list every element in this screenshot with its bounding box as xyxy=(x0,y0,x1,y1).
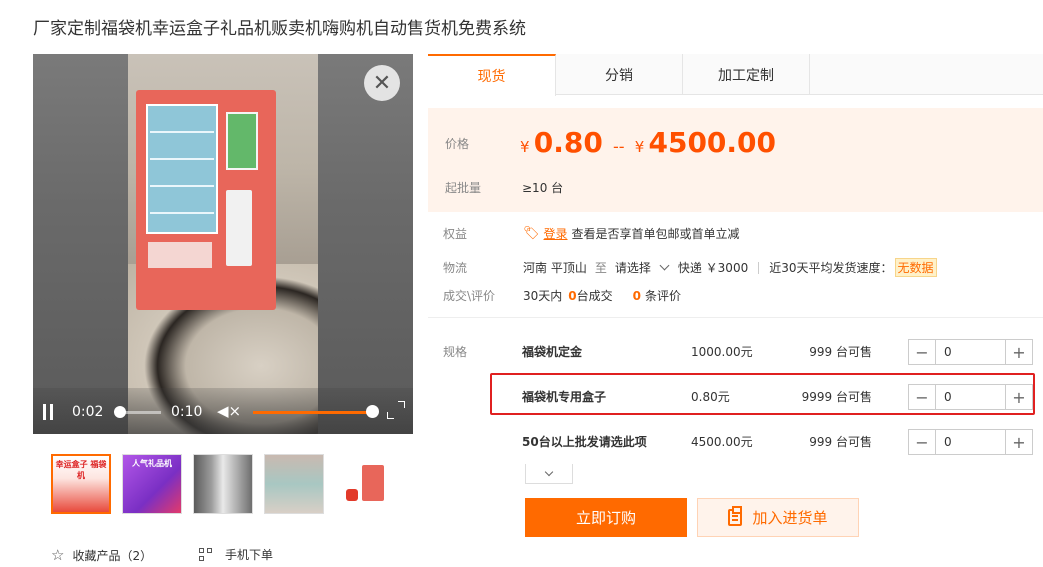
expand-specs-button[interactable] xyxy=(525,464,573,484)
ship-origin: 河南 平顶山 xyxy=(523,261,587,275)
product-video-player[interactable]: ✕ 0:02 0:10 ◀× xyxy=(33,54,413,434)
moq-label: 起批量 xyxy=(445,181,482,195)
chevron-down-icon xyxy=(544,467,554,476)
spec-stock: 999 台可售 xyxy=(809,434,872,449)
spec-stock: 999 台可售 xyxy=(809,344,872,359)
selected-spec-highlight xyxy=(490,373,1035,415)
vending-machine-image xyxy=(136,90,276,310)
ship-to-label: 至 xyxy=(594,261,607,275)
machine-glass xyxy=(146,104,218,234)
spec-row-deposit: 福袋机定金 1000.00元 999 台可售 − 0 + xyxy=(522,331,1037,371)
review-count: 0 xyxy=(632,288,642,303)
star-icon: ☆ xyxy=(51,546,65,564)
plus-button[interactable]: + xyxy=(1006,340,1032,364)
price-separator: -- xyxy=(613,137,625,156)
currency-symbol: ¥ xyxy=(520,138,530,156)
ship-speed-value: 无数据 xyxy=(894,258,937,277)
thumbnail-5[interactable] xyxy=(335,454,395,514)
price-range: ¥ 0.80 -- ¥ 4500.00 xyxy=(520,126,776,159)
pause-icon[interactable] xyxy=(42,404,54,420)
video-duration: 0:10 xyxy=(171,404,203,420)
ship-speed-label: 近30天平均发货速度： xyxy=(769,261,893,275)
deals-label: 成交\评价 xyxy=(443,289,496,303)
spec-name: 50台以上批发请选此项 xyxy=(522,434,647,449)
add-to-cart-label: 加入进货单 xyxy=(752,509,828,527)
machine-panel xyxy=(226,190,252,266)
machine-screen xyxy=(226,112,258,170)
video-progress-knob[interactable] xyxy=(114,406,126,418)
logistics-row: 物流 河南 平顶山 至 请选择 快递 ￥3000 近30天平均发货速度： 无数据 xyxy=(443,258,937,277)
volume-knob[interactable] xyxy=(366,405,379,418)
tab-spot[interactable]: 现货 xyxy=(428,54,556,96)
currency-symbol: ¥ xyxy=(634,138,645,156)
divider xyxy=(758,261,760,274)
add-to-cart-button[interactable]: 加入进货单 xyxy=(697,498,859,537)
sold-count: 0 xyxy=(568,288,577,303)
destination-select[interactable]: 请选择 xyxy=(615,259,678,276)
deals-prefix: 30天内 xyxy=(523,289,563,303)
moq-value: ≥10 台 xyxy=(522,181,564,195)
login-link[interactable]: 登录 xyxy=(544,225,568,242)
volume-slider[interactable] xyxy=(253,411,371,414)
product-title: 厂家定制福袋机幸运盒子礼品机贩卖机嗨购机自动售货机免费系统 xyxy=(33,19,526,39)
rights-row: 权益 🏷 登录 查看是否享首单包邮或首单立减 xyxy=(443,225,740,242)
quantity-input[interactable]: 0 xyxy=(935,340,1006,364)
plus-button[interactable]: + xyxy=(1006,430,1032,454)
spec-label: 规格 xyxy=(443,345,468,359)
minus-button[interactable]: − xyxy=(909,430,935,454)
volume-mute-icon[interactable]: ◀× xyxy=(217,402,241,420)
price-min: 0.80 xyxy=(533,126,603,159)
machine-slot xyxy=(148,242,212,268)
rights-text: 查看是否享首单包邮或首单立减 xyxy=(571,227,740,241)
review-suffix: 条评价 xyxy=(645,289,682,303)
price-label: 价格 xyxy=(445,137,470,151)
express-fee: 快递 ￥3000 xyxy=(677,261,749,275)
chevron-down-icon xyxy=(659,260,670,271)
logistics-label: 物流 xyxy=(443,261,468,275)
quantity-stepper: − 0 + xyxy=(908,339,1033,365)
clipboard-icon xyxy=(728,506,743,526)
coupon-icon: 🏷 xyxy=(523,226,540,241)
price-max: 4500.00 xyxy=(648,126,777,159)
spec-price: 4500.00元 xyxy=(691,434,753,449)
thumbnail-4[interactable] xyxy=(264,454,324,514)
buy-now-button[interactable]: 立即订购 xyxy=(525,498,687,537)
rights-label: 权益 xyxy=(443,227,468,241)
spec-price: 1000.00元 xyxy=(691,344,753,359)
divider xyxy=(428,317,1043,318)
mobile-order-label: 手机下单 xyxy=(225,548,274,562)
price-box: 价格 ¥ 0.80 -- ¥ 4500.00 起批量 ≥10 台 xyxy=(428,108,1043,212)
qr-code-icon xyxy=(199,547,213,562)
thumbnail-1[interactable]: 幸运盒子 福袋机 xyxy=(51,454,111,514)
mobile-order-link[interactable]: 手机下单 xyxy=(199,546,273,563)
fullscreen-icon[interactable] xyxy=(387,401,407,421)
favorite-link[interactable]: ☆ 收藏产品（2） xyxy=(51,546,152,564)
video-controls: 0:02 0:10 ◀× xyxy=(33,388,413,434)
thumbnail-3[interactable] xyxy=(193,454,253,514)
offer-tabs: 现货 分销 加工定制 xyxy=(428,54,1043,96)
spec-row-wholesale: 50台以上批发请选此项 4500.00元 999 台可售 − 0 + xyxy=(522,421,1037,461)
tab-custom[interactable]: 加工定制 xyxy=(683,54,810,95)
thumbnail-2[interactable]: 人气礼品机 xyxy=(122,454,182,514)
minus-button[interactable]: − xyxy=(909,340,935,364)
quantity-stepper: − 0 + xyxy=(908,429,1033,455)
deals-row: 成交\评价 30天内 0 台成交 0 条评价 xyxy=(443,287,681,304)
favorite-label: 收藏产品（2） xyxy=(72,548,153,563)
sold-suffix: 台成交 xyxy=(576,289,613,303)
spec-name: 福袋机定金 xyxy=(522,344,583,359)
quantity-input[interactable]: 0 xyxy=(935,430,1006,454)
tab-distribution[interactable]: 分销 xyxy=(556,54,683,95)
close-icon[interactable]: ✕ xyxy=(364,65,400,101)
video-current-time: 0:02 xyxy=(72,404,104,420)
